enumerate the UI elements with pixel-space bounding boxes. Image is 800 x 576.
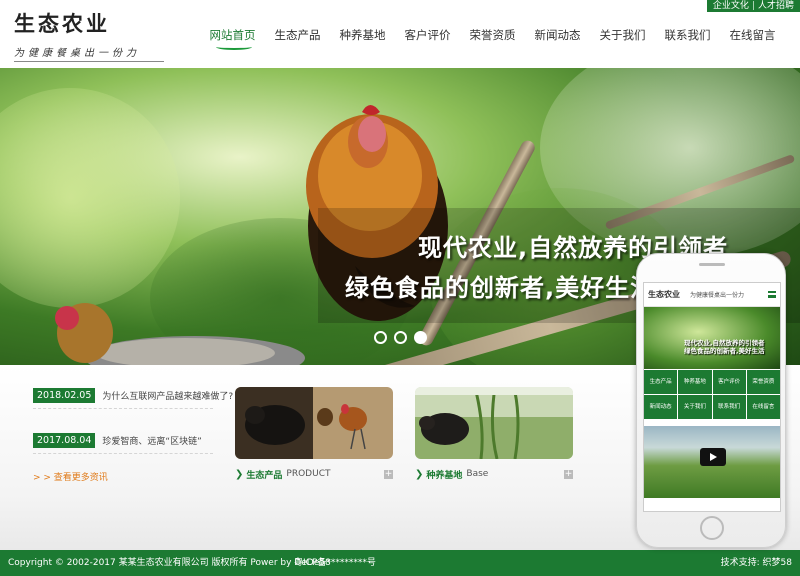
nav-item-honors[interactable]: 荣誉资质 xyxy=(460,27,525,43)
plus-icon[interactable]: + xyxy=(384,469,393,479)
top-link-culture[interactable]: 企业文化 xyxy=(711,0,751,12)
base-photo[interactable] xyxy=(415,387,573,459)
mobile-banner-line-2: 绿色食品的创新者,美好生活 xyxy=(684,347,765,355)
nav-item-base[interactable]: 种养基地 xyxy=(330,27,395,43)
mobile-banner-line-1: 现代农业,自然放养的引领者 xyxy=(684,339,765,347)
mobile-nav-item[interactable]: 新闻动态 xyxy=(644,395,678,419)
mobile-header: 生态农业 为健康餐桌出一份力 xyxy=(644,283,780,307)
nav-item-contact[interactable]: 联系我们 xyxy=(655,27,720,43)
banner-foliage xyxy=(0,88,180,308)
footer-icp[interactable]: 粤ICP备*********号 xyxy=(294,550,376,576)
nav-item-news[interactable]: 新闻动态 xyxy=(525,27,590,43)
news-date: 2017.08.04 xyxy=(33,433,96,448)
play-icon[interactable] xyxy=(700,448,726,466)
menu-icon[interactable] xyxy=(768,291,776,298)
list-item[interactable]: 2018.02.05 为什么互联网产品越来越难做了? xyxy=(33,383,233,409)
logo-title: 生态农业 xyxy=(14,11,110,36)
site-footer: Copyright © 2002-2017 某某生态农业有限公司 版权所有 Po… xyxy=(0,550,800,576)
mobile-nav-item[interactable]: 关于我们 xyxy=(678,395,712,419)
footer-tech-support[interactable]: 技术支持: 织梦58 xyxy=(721,550,792,576)
nav-item-home[interactable]: 网站首页 xyxy=(200,27,265,50)
plus-icon[interactable]: + xyxy=(564,469,573,479)
mobile-nav-item[interactable]: 种养基地 xyxy=(678,370,712,394)
phone-screen: 生态农业 为健康餐桌出一份力 现代农业,自然放养的引领者 绿色食品的创新者,美好… xyxy=(643,282,781,512)
card-title-en: PRODUCT xyxy=(286,469,331,479)
home-button-icon xyxy=(700,516,724,540)
site-header: 生态农业 为健康餐桌出一份力 网站首页 生态产品 种养基地 客户评价 荣誉资质 … xyxy=(0,0,800,68)
mobile-nav-item[interactable]: 客户评价 xyxy=(712,370,746,394)
more-news-link[interactable]: > > 查看更多资讯 xyxy=(33,470,213,483)
arrow-icon: ❯ xyxy=(235,468,244,480)
mobile-banner-text: 现代农业,自然放养的引领者 绿色食品的创新者,美好生活 xyxy=(684,339,764,355)
card-title-en: Base xyxy=(466,469,489,479)
nav-item-reviews[interactable]: 客户评价 xyxy=(395,27,460,43)
slider-dot-active[interactable] xyxy=(414,331,427,344)
nav-item-about[interactable]: 关于我们 xyxy=(590,27,655,43)
base-card[interactable]: ❯ 种养基地 Base + xyxy=(415,387,573,481)
footer-copyright: Copyright © 2002-2017 某某生态农业有限公司 版权所有 Po… xyxy=(8,558,331,568)
slider-dot[interactable] xyxy=(394,331,407,344)
mobile-preview-phone: 生态农业 为健康餐桌出一份力 现代农业,自然放养的引领者 绿色食品的创新者,美好… xyxy=(636,253,786,548)
top-link-separator: | xyxy=(751,1,755,11)
slider-dot[interactable] xyxy=(374,331,387,344)
list-item[interactable]: 2017.08.04 珍爱智商、远离“区块链” xyxy=(33,428,213,454)
site-logo[interactable]: 生态农业 为健康餐桌出一份力 xyxy=(14,8,164,62)
nav-item-message[interactable]: 在线留言 xyxy=(720,27,785,43)
homepage: 生态农业 为健康餐桌出一份力 网站首页 生态产品 种养基地 客户评价 荣誉资质 … xyxy=(0,0,800,576)
news-title[interactable]: 珍爱智商、远离“区块链” xyxy=(102,434,201,447)
main-nav: 网站首页 生态产品 种养基地 客户评价 荣誉资质 新闻动态 关于我们 联系我们 … xyxy=(200,27,785,50)
product-photo[interactable] xyxy=(235,387,393,459)
phone-speaker xyxy=(699,263,725,266)
mobile-nav-item[interactable]: 联系我们 xyxy=(712,395,746,419)
product-image xyxy=(235,387,393,459)
base-image xyxy=(415,387,573,459)
mobile-nav-item[interactable]: 生态产品 xyxy=(644,370,678,394)
hen-image xyxy=(55,303,305,365)
top-links: 企业文化 | 人才招聘 xyxy=(706,0,800,12)
product-card[interactable]: ❯ 生态产品 PRODUCT + xyxy=(235,387,393,481)
mobile-slogan: 为健康餐桌出一份力 xyxy=(690,292,745,299)
logo-slogan: 为健康餐桌出一份力 xyxy=(14,44,164,62)
mobile-logo: 生态农业 xyxy=(648,289,680,299)
mobile-nav-item[interactable]: 荣誉资质 xyxy=(746,370,780,394)
card-title-cn: 生态产品 xyxy=(246,470,283,481)
card-title-cn: 种养基地 xyxy=(426,470,463,481)
mobile-nav-item[interactable]: 在线留言 xyxy=(746,395,780,419)
base-caption: ❯ 种养基地 Base + xyxy=(415,467,573,481)
mobile-banner: 现代农业,自然放养的引领者 绿色食品的创新者,美好生活 xyxy=(644,307,780,369)
arrow-icon: ❯ xyxy=(415,468,424,480)
news-title[interactable]: 为什么互联网产品越来越难做了? xyxy=(102,389,233,402)
mobile-nav: 生态产品 种养基地 客户评价 荣誉资质 新闻动态 关于我们 联系我们 在线留言 xyxy=(644,369,780,420)
news-list: 2018.02.05 为什么互联网产品越来越难做了? 2017.08.04 珍爱… xyxy=(33,383,233,483)
slider-dots xyxy=(374,331,427,344)
banner-slogan-line-2: 绿色食品的创新者,美好生活 xyxy=(345,274,656,302)
product-caption: ❯ 生态产品 PRODUCT + xyxy=(235,467,393,481)
news-date: 2018.02.05 xyxy=(33,388,96,403)
mobile-video[interactable] xyxy=(644,426,780,498)
nav-item-products[interactable]: 生态产品 xyxy=(265,27,330,43)
top-link-jobs[interactable]: 人才招聘 xyxy=(756,0,796,12)
